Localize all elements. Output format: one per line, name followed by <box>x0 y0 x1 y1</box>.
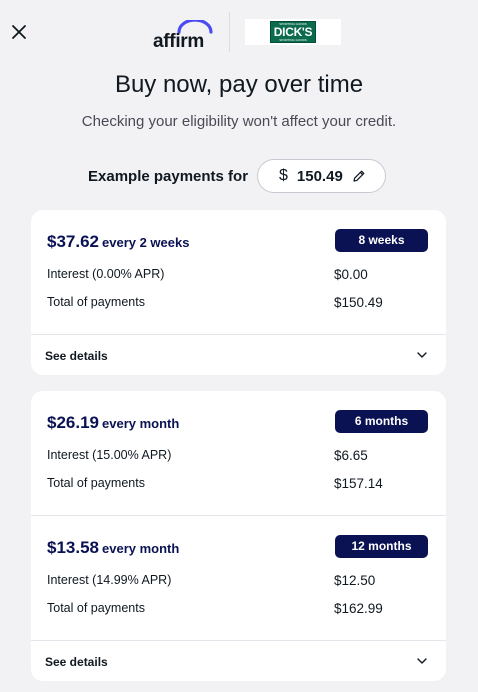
interest-value: $6.65 <box>334 448 368 463</box>
merchant-logo-badge: SPORTING GOODS DICK'S SPORTING GOODS <box>270 21 316 43</box>
merchant-logo-sub: SPORTING GOODS <box>279 38 307 42</box>
plan-frequency: every month <box>102 416 180 431</box>
chevron-down-icon <box>417 352 427 358</box>
header-logos: affirm SPORTING GOODS DICK'S SPORTING GO… <box>0 12 478 52</box>
page-subtitle: Checking your eligibility won't affect y… <box>81 113 397 130</box>
logo-divider <box>229 12 230 52</box>
see-details-label: See details <box>45 349 108 363</box>
total-label: Total of payments <box>47 476 145 490</box>
affirm-logo: affirm <box>153 20 215 52</box>
amount-value: 150.49 <box>296 167 343 185</box>
plan-frequency: every month <box>102 541 180 556</box>
total-label: Total of payments <box>47 601 145 615</box>
plan-amount: $26.19 every month <box>47 413 179 433</box>
merchant-logo-name: DICK'S <box>273 25 313 39</box>
payment-plan-card: $37.62 every 2 weeks 8 weeks Interest (0.… <box>31 210 446 375</box>
see-details-button[interactable]: See details <box>31 641 446 681</box>
plan-amount: $37.62 every 2 weeks <box>47 232 189 252</box>
merchant-logo: SPORTING GOODS DICK'S SPORTING GOODS <box>245 19 341 45</box>
plan-amount-value: $26.19 <box>47 413 99 432</box>
example-payments-row: Example payments for <box>88 159 248 193</box>
total-label: Total of payments <box>47 295 145 309</box>
plan-frequency: every 2 weeks <box>102 235 190 250</box>
chevron-down-icon <box>417 658 427 664</box>
payment-plan-6-months[interactable]: $26.19 every month 6 months Interest (15.… <box>31 391 446 516</box>
payment-plan-card: $26.19 every month 6 months Interest (15.… <box>31 391 446 681</box>
plan-amount-value: $37.62 <box>47 232 99 251</box>
plan-amount-value: $13.58 <box>47 538 99 557</box>
payment-plan-8-weeks[interactable]: $37.62 every 2 weeks 8 weeks Interest (0.… <box>31 210 446 335</box>
plan-amount: $13.58 every month <box>47 538 179 558</box>
amount-currency: $ <box>279 167 288 184</box>
interest-label: Interest (15.00% APR) <box>47 448 172 462</box>
total-value: $157.14 <box>334 476 383 491</box>
affirm-logo-text: affirm <box>153 31 204 52</box>
see-details-button[interactable]: See details <box>31 335 446 375</box>
page-title: Buy now, pay over time <box>114 71 364 98</box>
example-payments-label: Example payments for <box>88 167 249 185</box>
payment-plan-12-months[interactable]: $13.58 every month 12 months Interest (14… <box>31 516 446 641</box>
plan-term-badge: 8 weeks <box>335 229 428 252</box>
plan-term-badge: 12 months <box>335 535 428 558</box>
pencil-icon <box>353 170 365 182</box>
total-value: $150.49 <box>334 295 383 310</box>
interest-value: $12.50 <box>334 573 376 588</box>
plan-term-badge: 6 months <box>335 410 428 433</box>
interest-label: Interest (14.99% APR) <box>47 573 172 587</box>
interest-value: $0.00 <box>334 267 368 282</box>
amount-edit-button[interactable]: $ 150.49 <box>257 159 386 193</box>
total-value: $162.99 <box>334 601 383 616</box>
see-details-label: See details <box>45 655 108 669</box>
interest-label: Interest (0.00% APR) <box>47 267 165 281</box>
